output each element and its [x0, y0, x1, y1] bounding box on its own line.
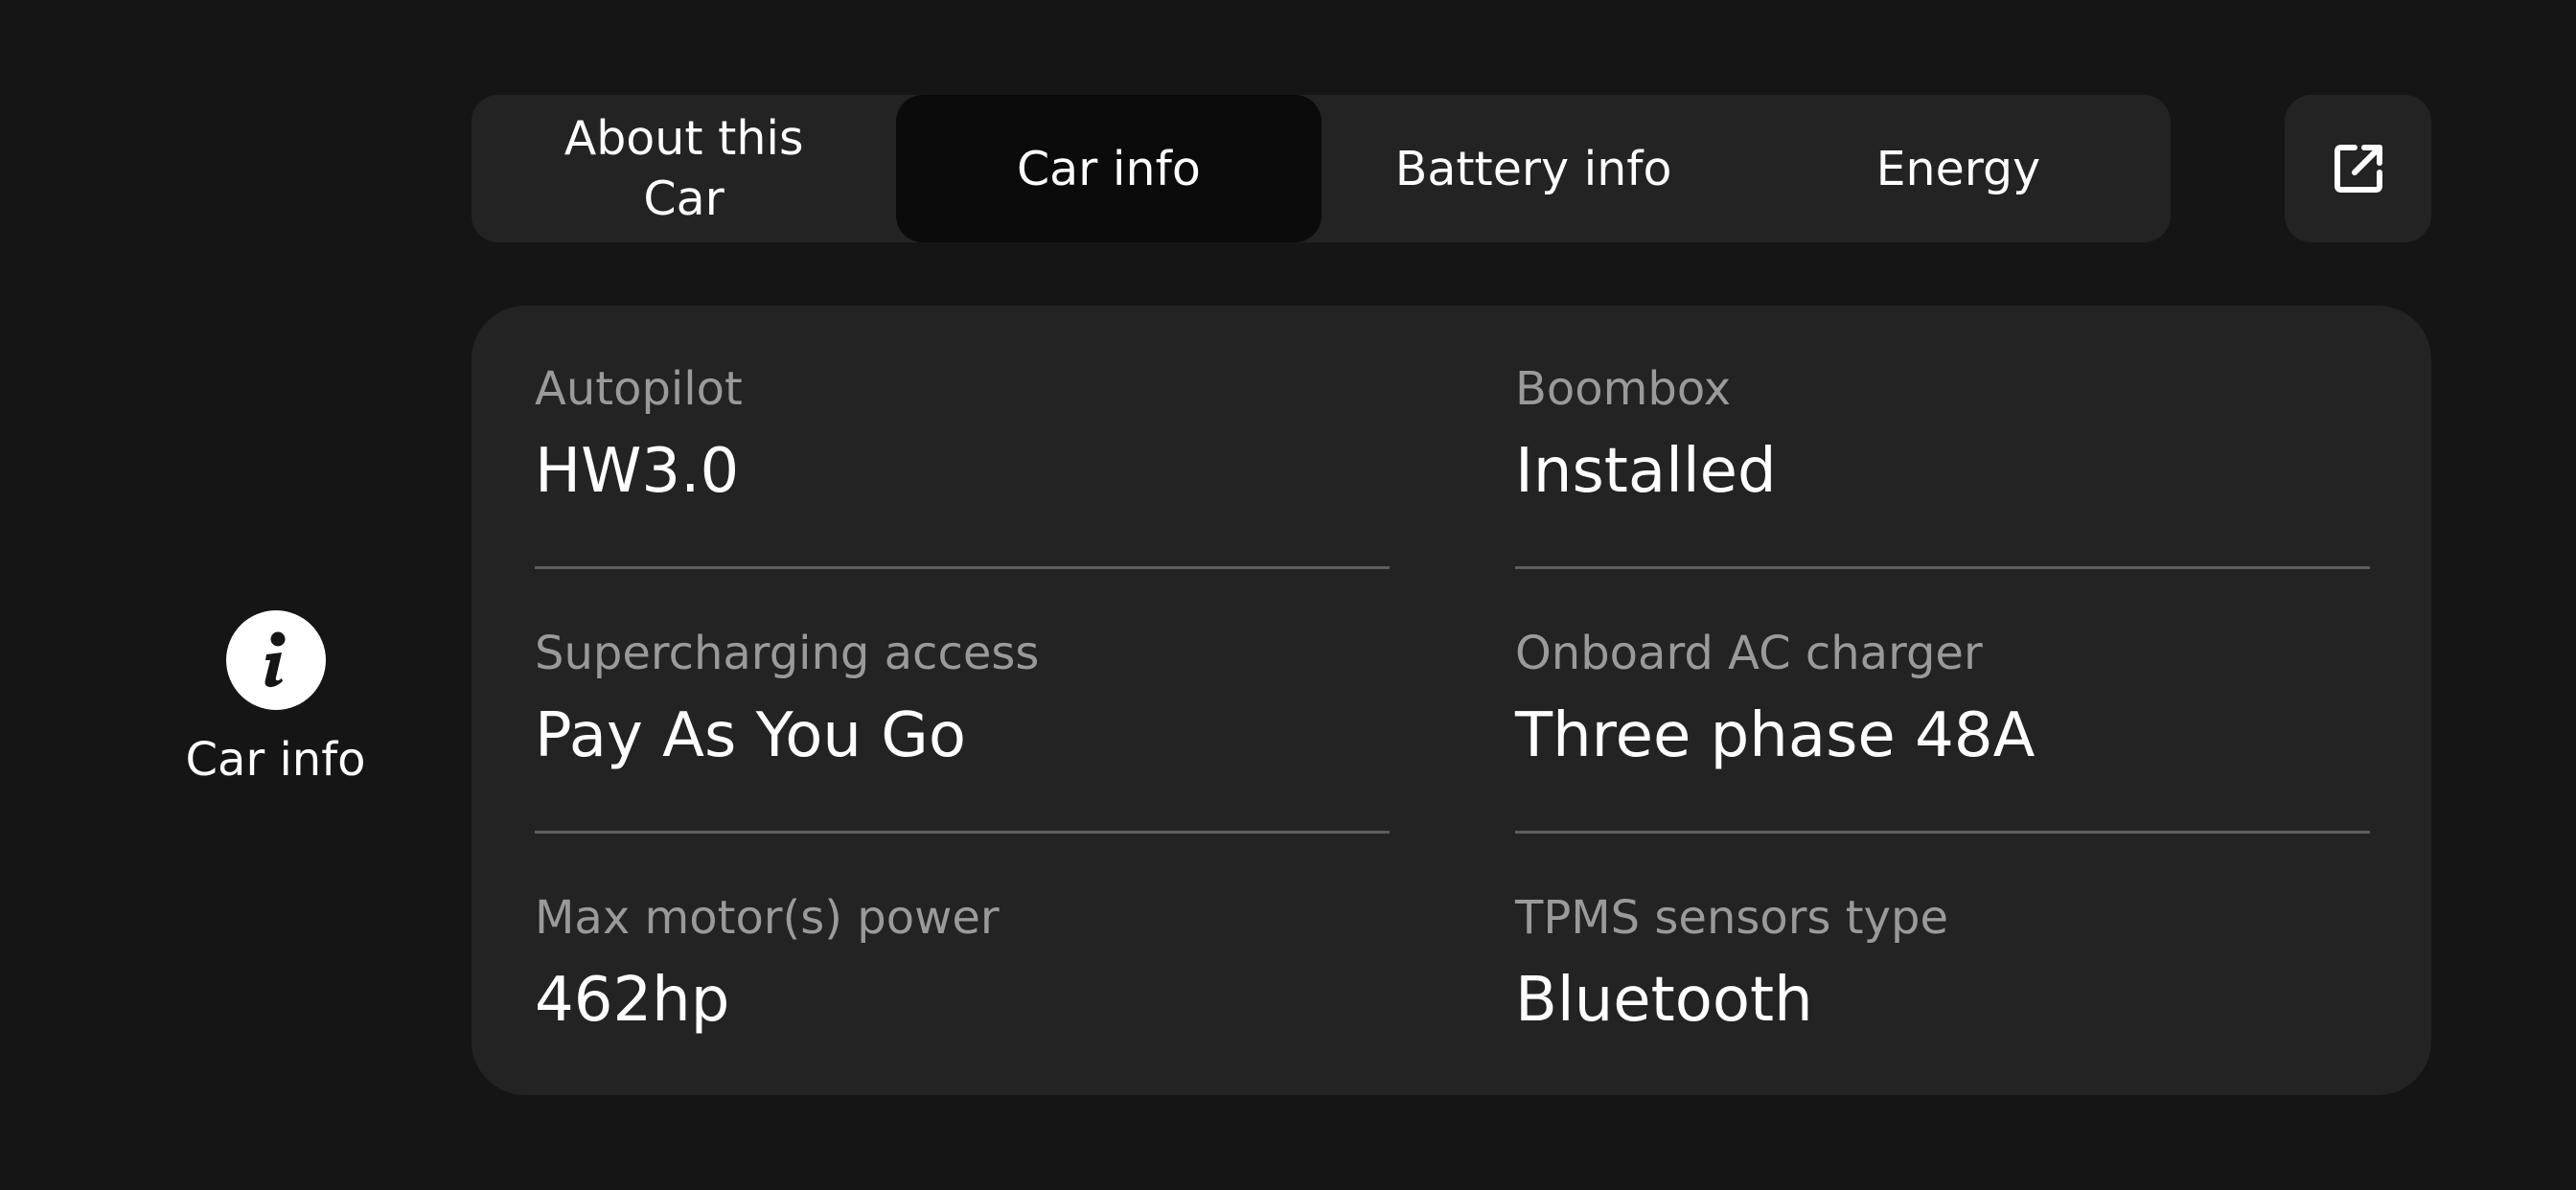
info-value: Bluetooth: [1515, 965, 1813, 1036]
info-label: Autopilot: [535, 362, 743, 416]
section-label: Car info: [185, 733, 366, 787]
info-item-tpms: TPMS sensors type Bluetooth: [1515, 890, 2370, 1036]
tab-label: Energy: [1875, 141, 2041, 196]
info-item-autopilot: Autopilot HW3.0: [535, 361, 1390, 507]
info-value: Three phase 48A: [1515, 700, 2036, 771]
car-info-screen: Car info About this Car Car info Battery…: [0, 0, 2576, 1190]
tab-label: About this Car: [564, 111, 804, 226]
info-label: Onboard AC charger: [1515, 627, 1983, 680]
info-label: Boombox: [1515, 362, 1732, 416]
section-badge: Car info: [144, 610, 407, 787]
info-label: Max motor(s) power: [535, 891, 1000, 945]
info-value: Pay As You Go: [535, 700, 967, 771]
tab-about-this-car[interactable]: About this Car: [472, 95, 896, 242]
tab-energy[interactable]: Energy: [1746, 95, 2171, 242]
open-external-icon: [2334, 145, 2382, 193]
divider: [1515, 566, 2370, 569]
info-item-boombox: Boombox Installed: [1515, 361, 2370, 507]
tab-label: Battery info: [1394, 141, 1672, 196]
open-external-button[interactable]: [2285, 95, 2431, 242]
tab-battery-info[interactable]: Battery info: [1322, 95, 1746, 242]
info-icon: [225, 610, 326, 710]
tab-bar: About this Car Car info Battery info Ene…: [472, 95, 2171, 242]
car-info-panel: Autopilot HW3.0 Boombox Installed Superc…: [472, 306, 2431, 1095]
tab-label: Car info: [1016, 141, 1201, 196]
info-item-motor-power: Max motor(s) power 462hp: [535, 890, 1390, 1036]
info-label: TPMS sensors type: [1515, 891, 1948, 945]
divider: [535, 566, 1390, 569]
divider: [1515, 831, 2370, 834]
info-value: Installed: [1515, 436, 1777, 507]
info-label: Supercharging access: [535, 627, 1040, 680]
info-item-ac-charger: Onboard AC charger Three phase 48A: [1515, 626, 2370, 771]
info-value: HW3.0: [535, 436, 740, 507]
divider: [535, 831, 1390, 834]
tab-car-info[interactable]: Car info: [896, 95, 1322, 242]
info-value: 462hp: [535, 965, 730, 1036]
info-item-supercharging: Supercharging access Pay As You Go: [535, 626, 1390, 771]
